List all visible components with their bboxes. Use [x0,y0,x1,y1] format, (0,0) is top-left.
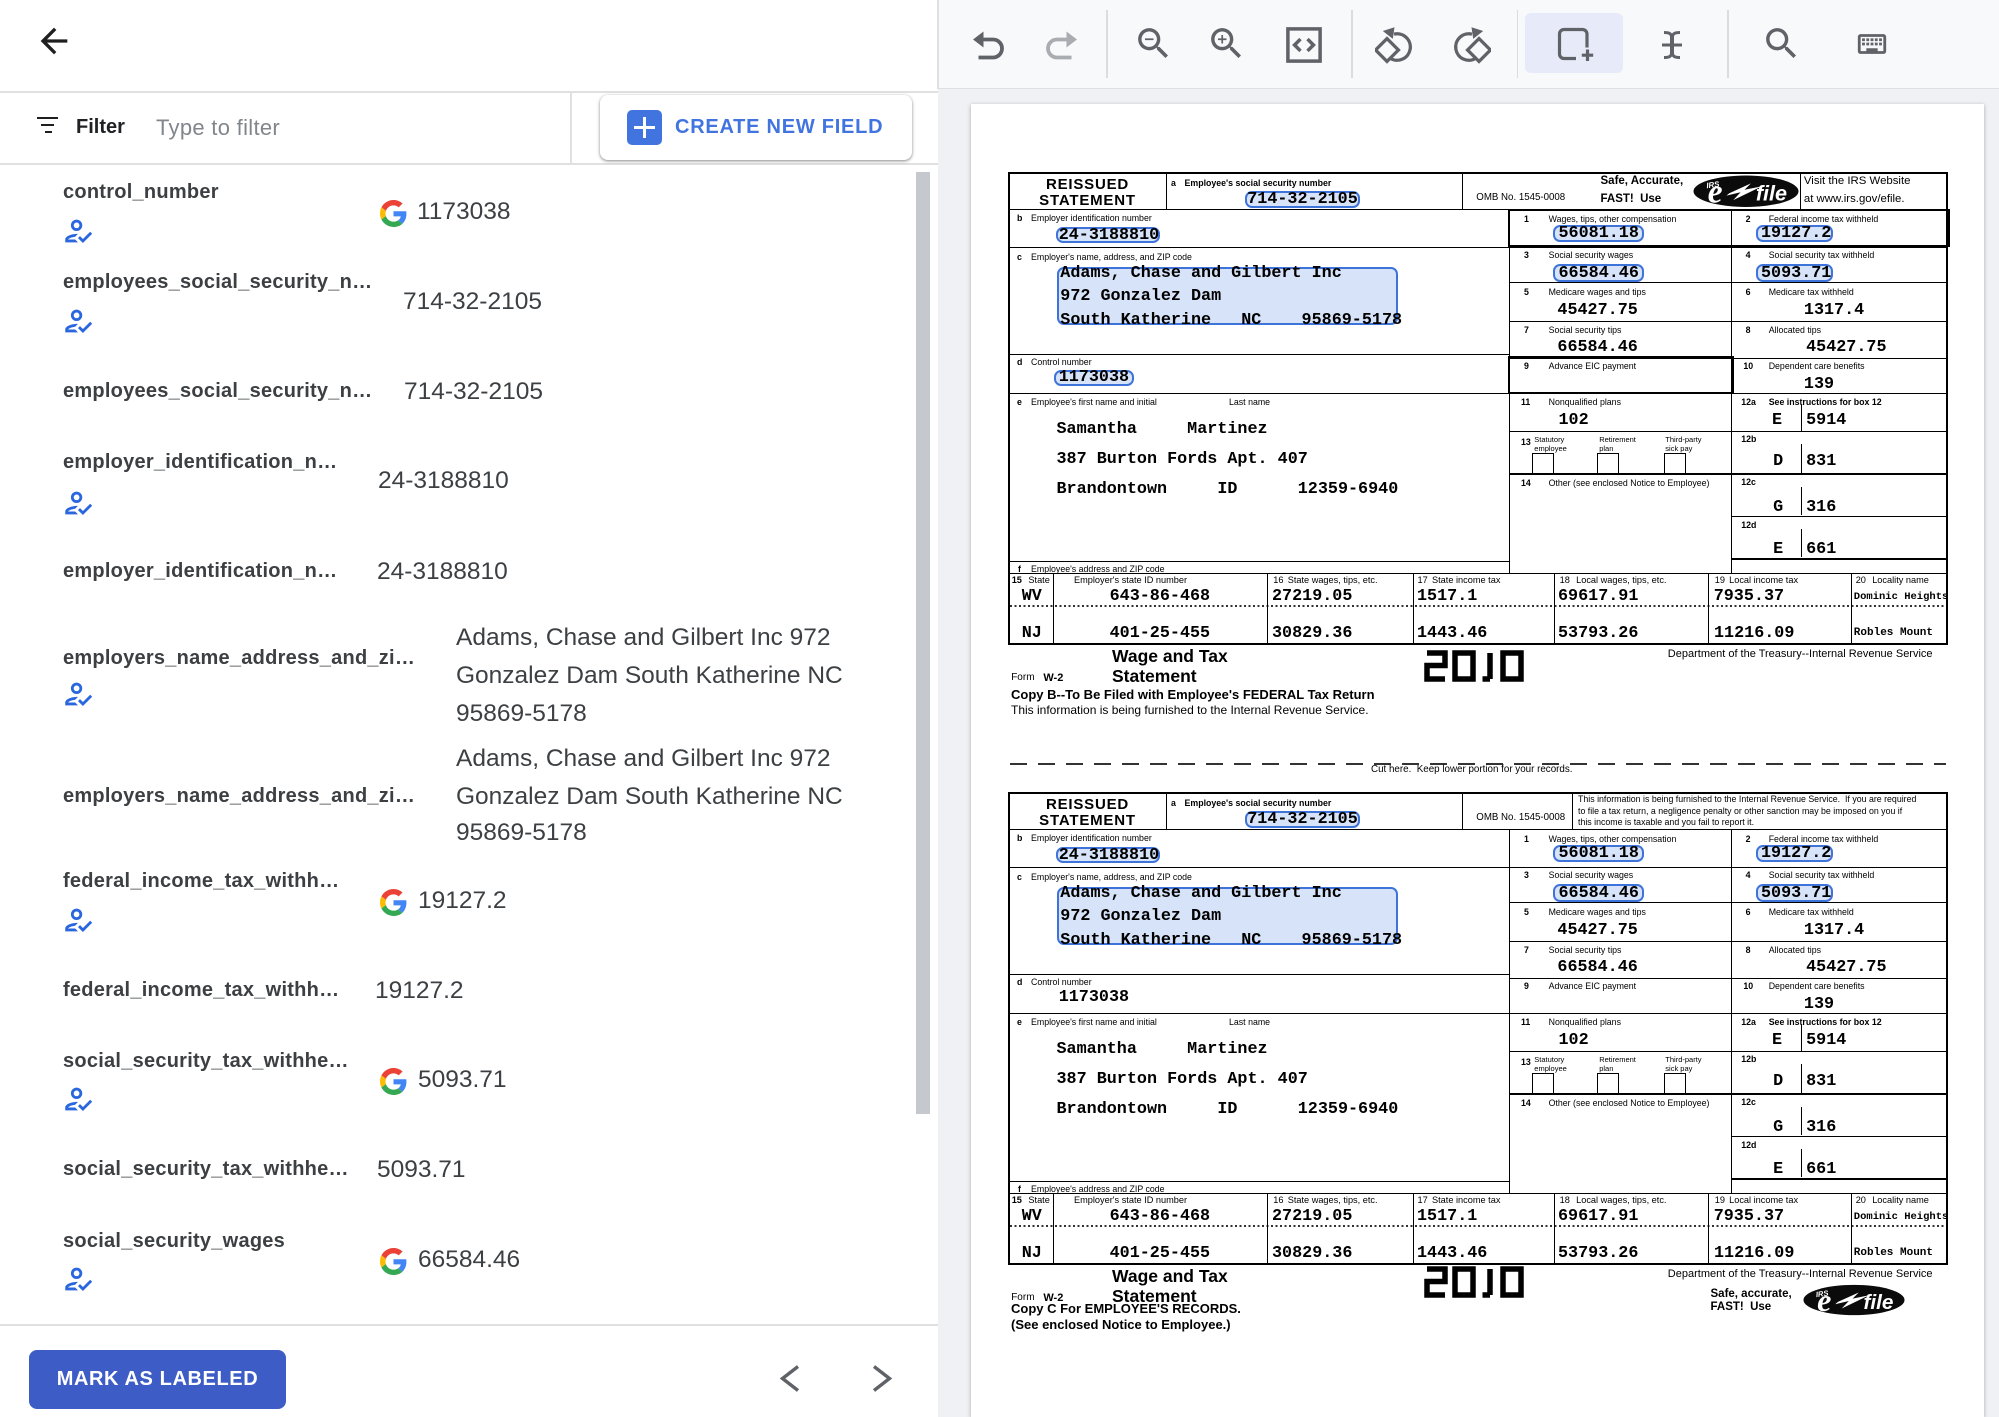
svg-text:e: e [1707,175,1722,208]
svg-text:e: e [1817,1283,1831,1317]
svg-text:file: file [1755,180,1786,205]
svg-text:file: file [1863,1291,1893,1314]
